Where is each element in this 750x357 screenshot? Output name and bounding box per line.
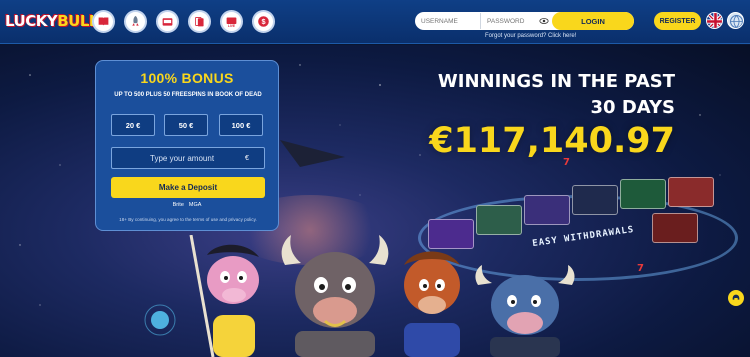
bonus-title: 100% BONUS bbox=[140, 70, 234, 86]
deposit-amount-input[interactable] bbox=[112, 153, 237, 163]
cards-icon[interactable] bbox=[188, 10, 211, 33]
game-tile bbox=[476, 205, 522, 235]
category-icon-nav: LIVE $ bbox=[92, 10, 275, 33]
game-tile bbox=[620, 179, 666, 209]
login-button[interactable]: LOGIN bbox=[552, 12, 634, 30]
pink-cow-character bbox=[189, 235, 259, 357]
terms-text: 18+ By continuing, you agree to the term… bbox=[119, 217, 257, 222]
globe-flag-icon[interactable] bbox=[727, 12, 744, 29]
login-form: LOGIN bbox=[415, 12, 634, 30]
game-tile bbox=[572, 185, 618, 215]
amount-100-button[interactable]: 100 € bbox=[219, 114, 263, 136]
password-field[interactable] bbox=[481, 13, 539, 29]
currency-symbol: € bbox=[245, 154, 249, 162]
blue-bull-character bbox=[475, 265, 575, 357]
game-tile bbox=[652, 213, 698, 243]
bonus-subtitle: UP TO 500 PLUS 50 FREESPINS IN BOOK OF D… bbox=[114, 92, 262, 98]
forgot-password-link[interactable]: Forgot your password? Click here! bbox=[485, 33, 576, 39]
slot-machine-icon[interactable] bbox=[156, 10, 179, 33]
svg-text:LIVE: LIVE bbox=[228, 24, 236, 28]
amount-input-wrapper: € bbox=[111, 147, 265, 169]
grey-bull-character bbox=[281, 235, 389, 357]
amount-50-button[interactable]: 50 € bbox=[164, 114, 208, 136]
register-button[interactable]: REGISTER bbox=[654, 12, 701, 30]
top-navigation-bar: LUCKY BULL LIVE $ LOGIN Forgot your pass… bbox=[0, 0, 750, 44]
magic-orb bbox=[144, 304, 176, 336]
show-password-icon[interactable] bbox=[539, 16, 549, 26]
payment-providers: Brite MGA bbox=[96, 202, 278, 208]
dollar-icon[interactable]: $ bbox=[252, 10, 275, 33]
lucky-bull-logo[interactable]: LUCKY BULL bbox=[5, 10, 98, 32]
svg-text:$: $ bbox=[261, 17, 265, 26]
winnings-amount: €117,140.97 bbox=[429, 121, 675, 161]
hero-banner: EASY WITHDRAWALS 7 7 100% BONUS UP TO 50… bbox=[0, 45, 750, 357]
winnings-title: WINNINGS IN THE PAST 30 DAYS bbox=[437, 71, 675, 118]
spaceship-silhouette bbox=[280, 140, 345, 167]
amount-20-button[interactable]: 20 € bbox=[111, 114, 155, 136]
game-tile bbox=[524, 195, 570, 225]
logo-word-lucky: LUCKY bbox=[5, 12, 58, 30]
orange-bull-character bbox=[404, 251, 460, 357]
game-tile bbox=[668, 177, 714, 207]
book-icon[interactable] bbox=[92, 10, 115, 33]
mga-logo: MGA bbox=[188, 202, 202, 208]
uk-flag-icon[interactable] bbox=[706, 12, 723, 29]
rocket-icon[interactable] bbox=[124, 10, 147, 33]
live-casino-icon[interactable]: LIVE bbox=[220, 10, 243, 33]
support-chat-icon[interactable] bbox=[728, 290, 744, 306]
username-field[interactable] bbox=[415, 13, 481, 29]
bonus-card: 100% BONUS UP TO 500 PLUS 50 FREESPINS I… bbox=[95, 60, 279, 231]
brite-logo: Brite bbox=[172, 202, 184, 208]
make-deposit-button[interactable]: Make a Deposit bbox=[111, 177, 265, 198]
seven-symbol: 7 bbox=[637, 263, 644, 274]
